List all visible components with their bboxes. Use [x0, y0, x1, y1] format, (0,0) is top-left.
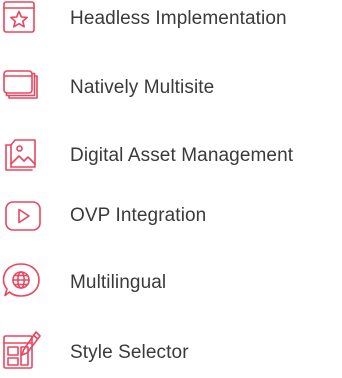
feature-item-ovp-integration: OVP Integration [0, 191, 342, 241]
feature-item-natively-multisite: Natively Multisite [0, 63, 342, 113]
feature-item-digital-asset-management: Digital Asset Management [0, 131, 342, 181]
feature-item-headless-implementation: Headless Implementation [0, 0, 342, 44]
image-folder-icon [0, 131, 50, 181]
feature-label: Style Selector [70, 342, 189, 363]
feature-label: Multilingual [70, 272, 167, 293]
feature-item-style-selector: Style Selector [0, 328, 342, 378]
feature-label: Digital Asset Management [70, 145, 294, 166]
feature-label: OVP Integration [70, 205, 207, 226]
layout-pencil-icon [0, 328, 50, 378]
feature-label: Natively Multisite [70, 77, 215, 98]
feature-list: Headless Implementation Natively Multisi… [0, 0, 342, 370]
feature-label: Headless Implementation [70, 8, 287, 29]
stacked-windows-icon [0, 63, 50, 113]
play-button-icon [0, 191, 50, 241]
star-window-icon [0, 0, 50, 44]
feature-item-multilingual: Multilingual [0, 258, 342, 308]
globe-chat-icon [0, 258, 50, 308]
